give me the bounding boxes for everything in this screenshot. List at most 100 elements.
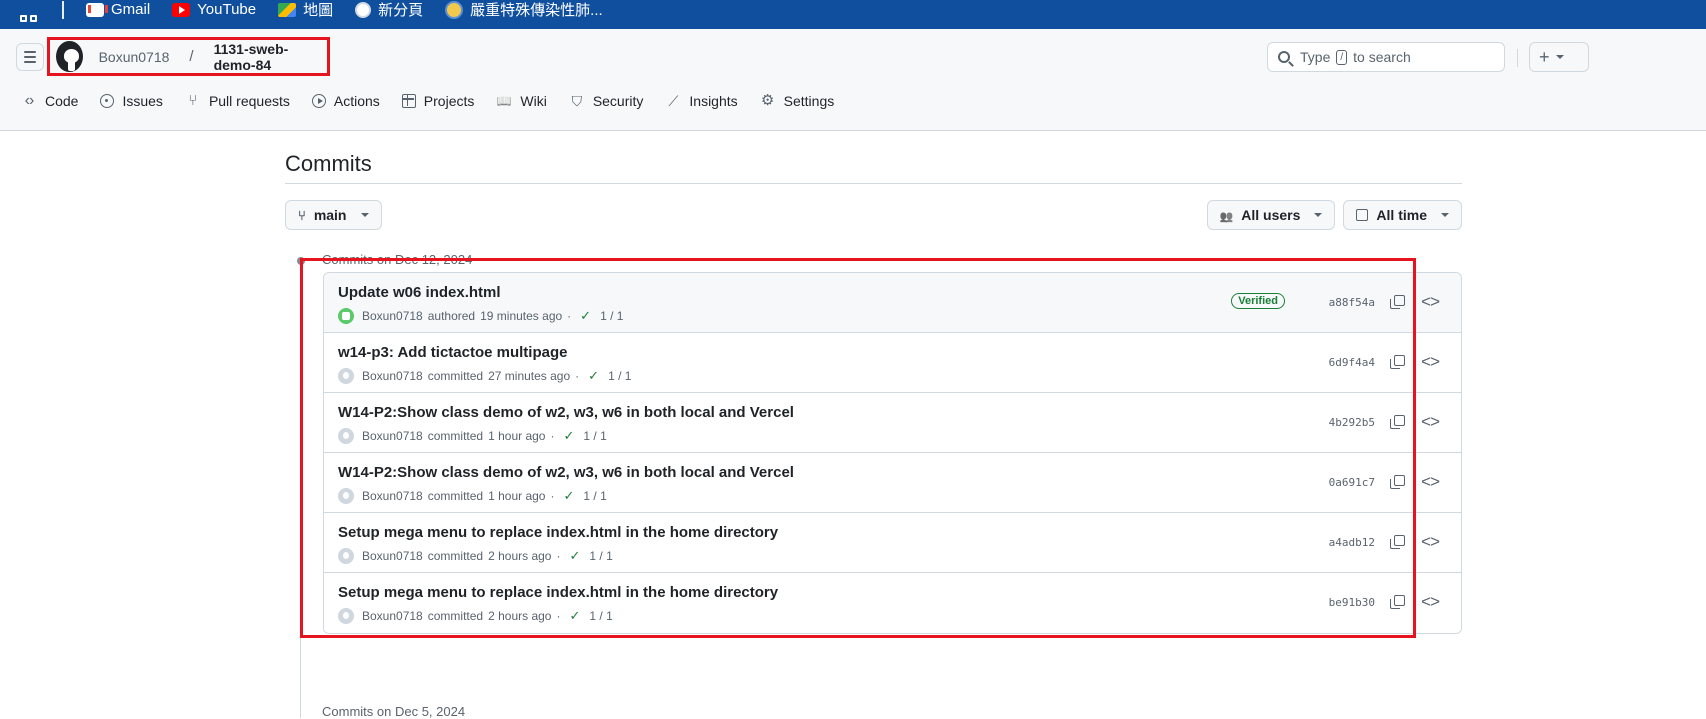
breadcrumb-repo[interactable]: 1131-sweb-demo-84 [214, 41, 327, 73]
copy-icon[interactable] [1390, 355, 1405, 369]
bookmark-label: 嚴重特殊傳染性肺... [470, 2, 603, 19]
check-icon[interactable]: ✓ [569, 548, 580, 564]
apps-grid-icon[interactable] [20, 2, 40, 22]
copy-icon[interactable] [1390, 475, 1405, 489]
bookmark-maps[interactable]: 地圖 [278, 0, 333, 20]
code-icon[interactable]: <> [1421, 592, 1440, 612]
code-icon[interactable]: <> [1421, 472, 1440, 492]
verified-badge[interactable]: Verified [1231, 293, 1285, 309]
commit-meta: Boxun0718 committed 27 minutes ago · ✓ 1… [338, 368, 631, 384]
code-icon[interactable]: <> [1421, 412, 1440, 432]
tab-label: Settings [783, 93, 835, 109]
tab-wiki[interactable]: Wiki [496, 93, 546, 109]
avatar[interactable] [338, 428, 354, 444]
tab-pull-requests[interactable]: Pull requests [185, 93, 290, 109]
commit-sha-link[interactable]: be91b30 [1329, 596, 1375, 609]
commit-title-link[interactable]: Update w06 index.html [338, 284, 501, 301]
commit-title-link[interactable]: W14-P2:Show class demo of w2, w3, w6 in … [338, 404, 794, 421]
git-pull-request-icon [185, 93, 201, 109]
bookmark-gmail[interactable]: Gmail [86, 1, 150, 18]
branch-select-button[interactable]: main [285, 200, 382, 230]
avatar[interactable] [338, 608, 354, 624]
checks-count[interactable]: 1 / 1 [589, 549, 612, 563]
bookmark-gov[interactable]: 嚴重特殊傳染性肺... [445, 0, 603, 20]
search-input[interactable]: Type / to search [1267, 42, 1505, 72]
commit-time: 1 hour ago [488, 429, 546, 443]
checks-count[interactable]: 1 / 1 [583, 489, 606, 503]
users-filter-button[interactable]: All users [1206, 200, 1336, 230]
tab-insights[interactable]: Insights [665, 93, 737, 109]
tab-security[interactable]: Security [569, 93, 644, 109]
check-icon[interactable]: ✓ [569, 608, 580, 624]
commit-sha-link[interactable]: a88f54a [1329, 296, 1375, 309]
users-filter-label: All users [1241, 207, 1301, 223]
tab-label: Actions [333, 93, 380, 109]
tab-actions[interactable]: Actions [311, 93, 380, 109]
commit-sha-link[interactable]: a4adb12 [1329, 536, 1375, 549]
avatar[interactable] [338, 488, 354, 504]
code-icon [21, 93, 37, 109]
checks-count[interactable]: 1 / 1 [589, 609, 612, 623]
checks-count[interactable]: 1 / 1 [583, 429, 606, 443]
code-icon[interactable]: <> [1421, 352, 1440, 372]
breadcrumb-owner[interactable]: Boxun0718 [99, 49, 170, 65]
tab-issues[interactable]: Issues [100, 93, 163, 109]
list-item: w14-p3: Add tictactoe multipage Boxun071… [324, 333, 1461, 393]
avatar[interactable] [338, 368, 354, 384]
commit-title-link[interactable]: w14-p3: Add tictactoe multipage [338, 344, 567, 361]
commit-title-link[interactable]: W14-P2:Show class demo of w2, w3, w6 in … [338, 464, 794, 481]
checks-count[interactable]: 1 / 1 [600, 309, 623, 323]
meta-dot: · [567, 309, 572, 323]
commit-sha-link[interactable]: 4b292b5 [1329, 416, 1375, 429]
commit-title-link[interactable]: Setup mega menu to replace index.html in… [338, 524, 778, 541]
bookmark-new-tab[interactable]: 新分頁 [355, 0, 423, 20]
filters-bar: main All users All time [285, 200, 1462, 230]
tab-code[interactable]: Code [21, 93, 78, 109]
breadcrumb-separator: / [189, 48, 194, 65]
code-icon[interactable]: <> [1421, 532, 1440, 552]
copy-icon[interactable] [1390, 415, 1405, 429]
commit-time: 19 minutes ago [480, 309, 563, 323]
create-new-button[interactable]: + [1529, 42, 1589, 72]
chevron-down-icon [360, 213, 369, 217]
commit-title-link[interactable]: Setup mega menu to replace index.html in… [338, 584, 778, 601]
page-title: Commits [285, 131, 1462, 184]
tab-label: Wiki [520, 93, 547, 109]
commit-meta: Boxun0718 committed 1 hour ago · ✓ 1 / 1 [338, 488, 607, 504]
tab-settings[interactable]: Settings [760, 93, 835, 109]
checks-count[interactable]: 1 / 1 [608, 369, 631, 383]
commit-author[interactable]: Boxun0718 [362, 609, 423, 623]
commit-author[interactable]: Boxun0718 [362, 429, 423, 443]
play-icon [311, 94, 326, 108]
avatar[interactable] [338, 548, 354, 564]
check-icon[interactable]: ✓ [563, 488, 574, 504]
hamburger-menu-button[interactable] [16, 43, 44, 71]
github-logo-icon[interactable] [56, 41, 83, 72]
avatar[interactable] [338, 308, 354, 324]
commit-author[interactable]: Boxun0718 [362, 309, 423, 323]
commit-author[interactable]: Boxun0718 [362, 369, 423, 383]
commit-sha-link[interactable]: 6d9f4a4 [1329, 356, 1375, 369]
commit-meta: Boxun0718 committed 1 hour ago · ✓ 1 / 1 [338, 428, 607, 444]
repo-nav: Code Issues Pull requests Actions Projec… [21, 93, 856, 109]
check-icon[interactable]: ✓ [580, 308, 591, 324]
commit-author[interactable]: Boxun0718 [362, 549, 423, 563]
code-icon[interactable]: <> [1421, 292, 1440, 312]
tab-projects[interactable]: Projects [401, 93, 475, 109]
list-item: W14-P2:Show class demo of w2, w3, w6 in … [324, 393, 1461, 453]
time-filter-button[interactable]: All time [1343, 200, 1462, 230]
calendar-icon [1356, 209, 1369, 221]
search-placeholder-suffix: to search [1353, 49, 1411, 65]
tab-label: Pull requests [208, 93, 290, 109]
copy-icon[interactable] [1390, 295, 1405, 309]
check-icon[interactable]: ✓ [588, 368, 599, 384]
commits-page: Commits main All users All time Commits … [285, 131, 1462, 634]
copy-icon[interactable] [1390, 535, 1405, 549]
youtube-icon [172, 2, 191, 17]
commit-sha-link[interactable]: 0a691c7 [1329, 476, 1375, 489]
bookmark-youtube[interactable]: YouTube [172, 1, 256, 18]
commit-author[interactable]: Boxun0718 [362, 489, 423, 503]
tab-label: Projects [423, 93, 475, 109]
check-icon[interactable]: ✓ [563, 428, 574, 444]
copy-icon[interactable] [1390, 595, 1405, 609]
